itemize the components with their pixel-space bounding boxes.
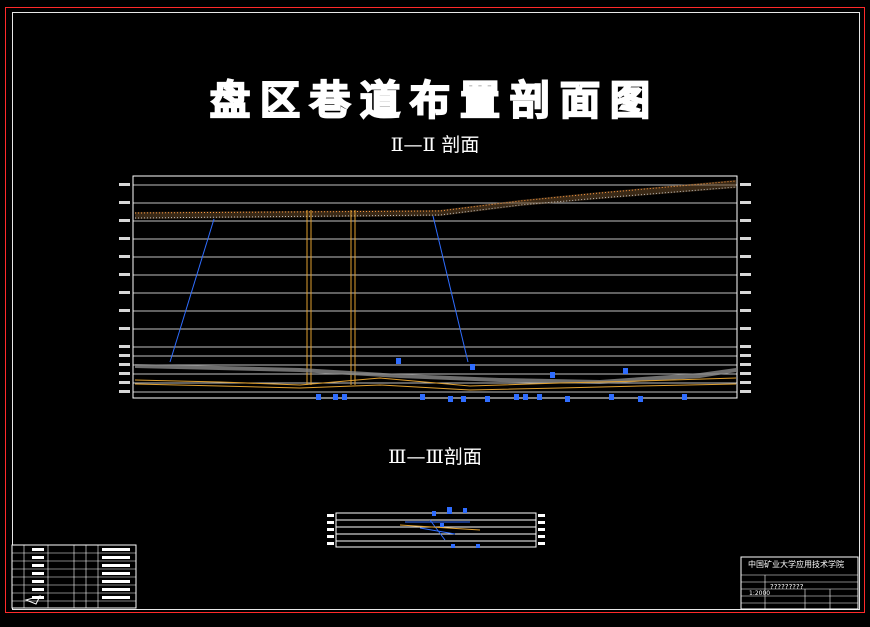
ground-surface-band xyxy=(135,180,736,219)
shafts xyxy=(306,210,356,385)
coal-seam-lower xyxy=(134,383,737,391)
ground-surface-line xyxy=(134,180,737,214)
inclined-roadways xyxy=(169,215,469,363)
title-block-scale: 1:2000 xyxy=(749,590,771,597)
title-block-row-a: ????????? xyxy=(770,583,804,591)
profile-frame-2 xyxy=(335,512,537,548)
section-3-3-profile xyxy=(327,507,545,548)
drawing-canvas xyxy=(11,175,859,610)
section-2-2-profile xyxy=(119,175,751,402)
title-block-institution: 中国矿业大学应用技术学院 xyxy=(748,560,844,569)
